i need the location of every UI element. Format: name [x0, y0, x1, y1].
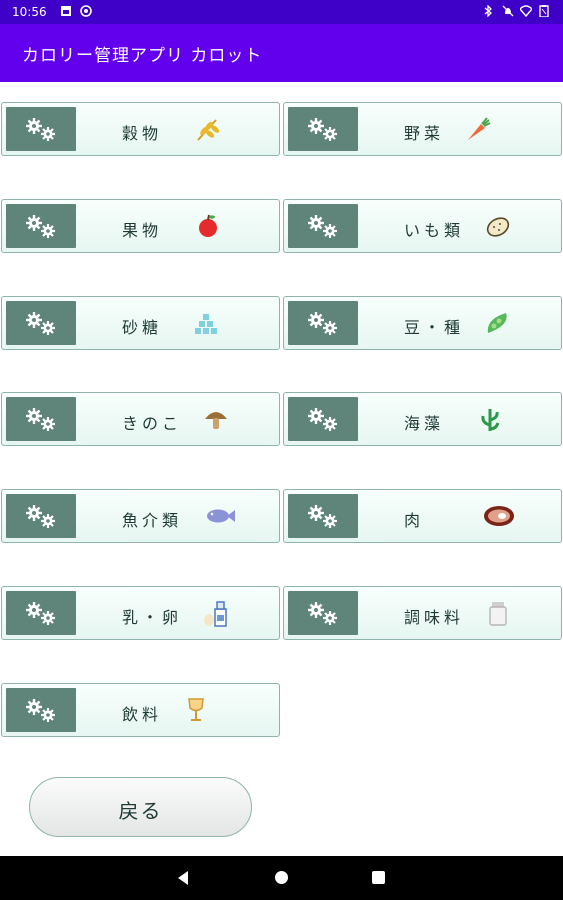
category-button[interactable]: 穀物	[1, 102, 280, 156]
category-label: 魚介類	[122, 511, 183, 531]
settings-gears-icon	[308, 602, 337, 625]
wheat-icon	[194, 115, 222, 147]
wifi-icon	[520, 5, 532, 17]
settings-box	[6, 397, 76, 442]
category-label: きのこ	[122, 414, 183, 434]
category-label: 飲料	[122, 704, 163, 724]
settings-box	[6, 107, 76, 151]
settings-box	[288, 107, 358, 151]
status-bar: 10:56	[0, 0, 563, 24]
settings-gears-icon	[308, 118, 337, 141]
at-icon	[80, 5, 92, 17]
image-icon	[61, 6, 71, 16]
category-label: 野菜	[404, 124, 445, 143]
settings-box	[6, 687, 76, 732]
settings-box	[288, 300, 358, 345]
category-label: 砂糖	[122, 317, 163, 337]
bean-pod-icon	[484, 309, 512, 341]
salt-shaker-icon	[484, 599, 512, 631]
category-button[interactable]: 魚介類	[1, 489, 280, 544]
category-button[interactable]: いも類	[283, 198, 562, 253]
settings-gears-icon	[26, 118, 55, 141]
category-button[interactable]: 海藻	[283, 392, 562, 447]
back-triangle-icon[interactable]	[176, 870, 190, 886]
home-circle-icon[interactable]	[275, 871, 288, 884]
back-button[interactable]: 戻る	[29, 777, 252, 837]
settings-gears-icon	[26, 311, 55, 335]
category-button[interactable]: 野菜	[283, 102, 562, 156]
sugar-cubes-icon	[192, 309, 220, 341]
category-label: 乳・卵	[122, 608, 183, 627]
settings-box	[6, 494, 76, 539]
settings-gears-icon	[26, 602, 55, 625]
settings-gears-icon	[26, 505, 55, 529]
wine-glass-icon	[182, 696, 210, 728]
category-button[interactable]: 調味料	[283, 586, 562, 640]
category-button[interactable]: 飲料	[1, 682, 280, 737]
category-button[interactable]: 肉	[283, 489, 562, 544]
meat-icon	[482, 502, 516, 534]
settings-box	[6, 300, 76, 345]
category-label: 穀物	[122, 124, 163, 143]
settings-gears-icon	[308, 214, 337, 238]
settings-box	[288, 397, 358, 442]
settings-gears-icon	[26, 698, 55, 722]
battery-icon	[539, 5, 549, 17]
seaweed-icon	[476, 405, 504, 437]
fish-icon	[204, 502, 236, 534]
app-bar: カロリー管理アプリ カロット	[0, 24, 563, 82]
milk-egg-icon	[202, 599, 232, 633]
category-button[interactable]: きのこ	[1, 392, 280, 447]
potato-icon	[484, 212, 512, 244]
settings-gears-icon	[308, 311, 337, 335]
navigation-bar	[0, 856, 563, 900]
recents-square-icon[interactable]	[372, 871, 385, 884]
mushroom-icon	[202, 405, 230, 437]
settings-box	[6, 591, 76, 635]
category-label: 海藻	[404, 414, 445, 434]
settings-box	[288, 591, 358, 635]
settings-gears-icon	[308, 505, 337, 529]
settings-gears-icon	[308, 408, 337, 432]
category-label: 調味料	[404, 608, 465, 627]
apple-icon	[194, 212, 222, 244]
settings-box	[6, 203, 76, 248]
settings-gears-icon	[26, 214, 55, 238]
category-button[interactable]: 果物	[1, 198, 280, 253]
category-label: 果物	[122, 220, 163, 240]
status-time: 10:56	[12, 5, 47, 19]
category-label: 豆・種	[404, 317, 465, 337]
settings-box	[288, 203, 358, 248]
bluetooth-icon	[484, 5, 492, 17]
carrot-icon	[464, 115, 492, 147]
category-label: いも類	[404, 220, 465, 240]
settings-gears-icon	[26, 408, 55, 432]
category-button[interactable]: 砂糖	[1, 295, 280, 350]
back-button-label: 戻る	[118, 799, 163, 823]
settings-box	[288, 494, 358, 539]
category-button[interactable]: 乳・卵	[1, 586, 280, 640]
category-label: 肉	[404, 511, 425, 531]
dnd-off-icon	[502, 5, 514, 17]
category-button[interactable]: 豆・種	[283, 295, 562, 350]
app-title: カロリー管理アプリ カロット	[22, 46, 263, 66]
